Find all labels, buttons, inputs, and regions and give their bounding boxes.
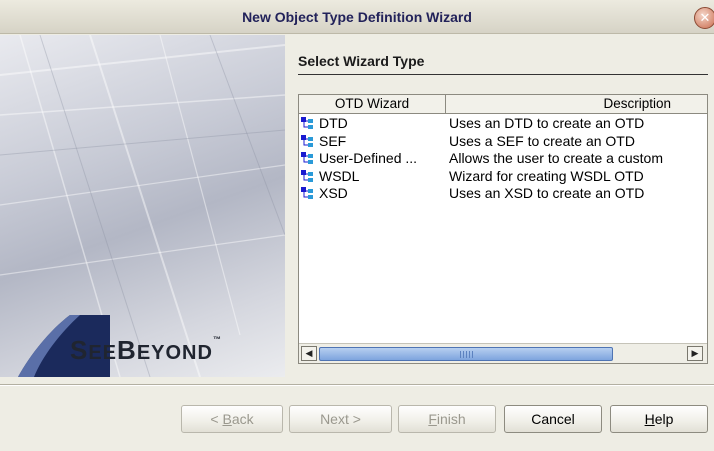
row-name: User-Defined ... xyxy=(319,150,418,166)
scroll-right-icon[interactable]: ▶ xyxy=(687,346,703,361)
grip-icon xyxy=(460,351,474,358)
otd-wizard-icon xyxy=(301,117,313,129)
seebeyond-logo: SEEBEYOND™ xyxy=(0,315,285,377)
next-button[interactable]: Next > xyxy=(289,405,392,433)
row-name: SEF xyxy=(319,132,347,149)
side-banner: SEEBEYOND™ xyxy=(0,35,285,377)
logo-wordmark: SEEBEYOND™ xyxy=(70,335,222,365)
scrollbar-thumb[interactable] xyxy=(319,347,613,361)
otd-wizard-icon xyxy=(301,169,313,182)
finish-button[interactable]: Finish xyxy=(398,405,496,433)
row-description: Allows the user to create a custom xyxy=(449,150,663,166)
help-button[interactable]: Help xyxy=(610,405,708,433)
row-name: WSDL xyxy=(319,167,360,184)
scroll-left-icon[interactable]: ◀ xyxy=(301,346,317,361)
table-header: OTD Wizard Description xyxy=(299,95,707,114)
window-title: New Object Type Definition Wizard xyxy=(242,9,472,25)
row-name: XSD xyxy=(319,185,348,201)
section-divider xyxy=(298,74,708,75)
wizard-type-table[interactable]: OTD Wizard Description DTD Uses an DTD t… xyxy=(298,94,708,364)
row-description: Uses a SEF to create an OTD xyxy=(449,132,635,149)
column-header-otd-wizard[interactable]: OTD Wizard xyxy=(299,95,446,114)
table-row[interactable]: User-Defined ... Allows the user to crea… xyxy=(299,150,707,168)
column-header-description[interactable]: Description xyxy=(447,95,707,114)
table-row[interactable]: XSD Uses an XSD to create an OTD xyxy=(299,185,707,203)
horizontal-scrollbar[interactable]: ◀ ▶ xyxy=(299,343,707,363)
row-description: Wizard for creating WSDL OTD xyxy=(449,167,644,184)
footer-separator xyxy=(0,384,714,386)
otd-wizard-icon xyxy=(301,187,313,199)
table-row[interactable]: WSDL Wizard for creating WSDL OTD xyxy=(299,168,707,186)
row-description: Uses an DTD to create an OTD xyxy=(449,115,645,131)
table-row[interactable]: SEF Uses a SEF to create an OTD xyxy=(299,133,707,151)
otd-wizard-icon xyxy=(301,134,313,147)
table-row[interactable]: DTD Uses an DTD to create an OTD xyxy=(299,115,707,133)
row-description: Uses an XSD to create an OTD xyxy=(449,185,645,201)
title-bar[interactable]: New Object Type Definition Wizard ✕ xyxy=(0,0,714,34)
wizard-window: New Object Type Definition Wizard ✕ SEEB… xyxy=(0,0,714,451)
back-button[interactable]: < Back xyxy=(181,405,283,433)
table-body: DTD Uses an DTD to create an OTD SEF Use… xyxy=(299,115,707,203)
cancel-button[interactable]: Cancel xyxy=(504,405,602,433)
row-name: DTD xyxy=(319,115,348,131)
section-title: Select Wizard Type xyxy=(298,53,425,69)
otd-wizard-icon xyxy=(301,152,313,164)
close-icon[interactable]: ✕ xyxy=(694,7,714,29)
